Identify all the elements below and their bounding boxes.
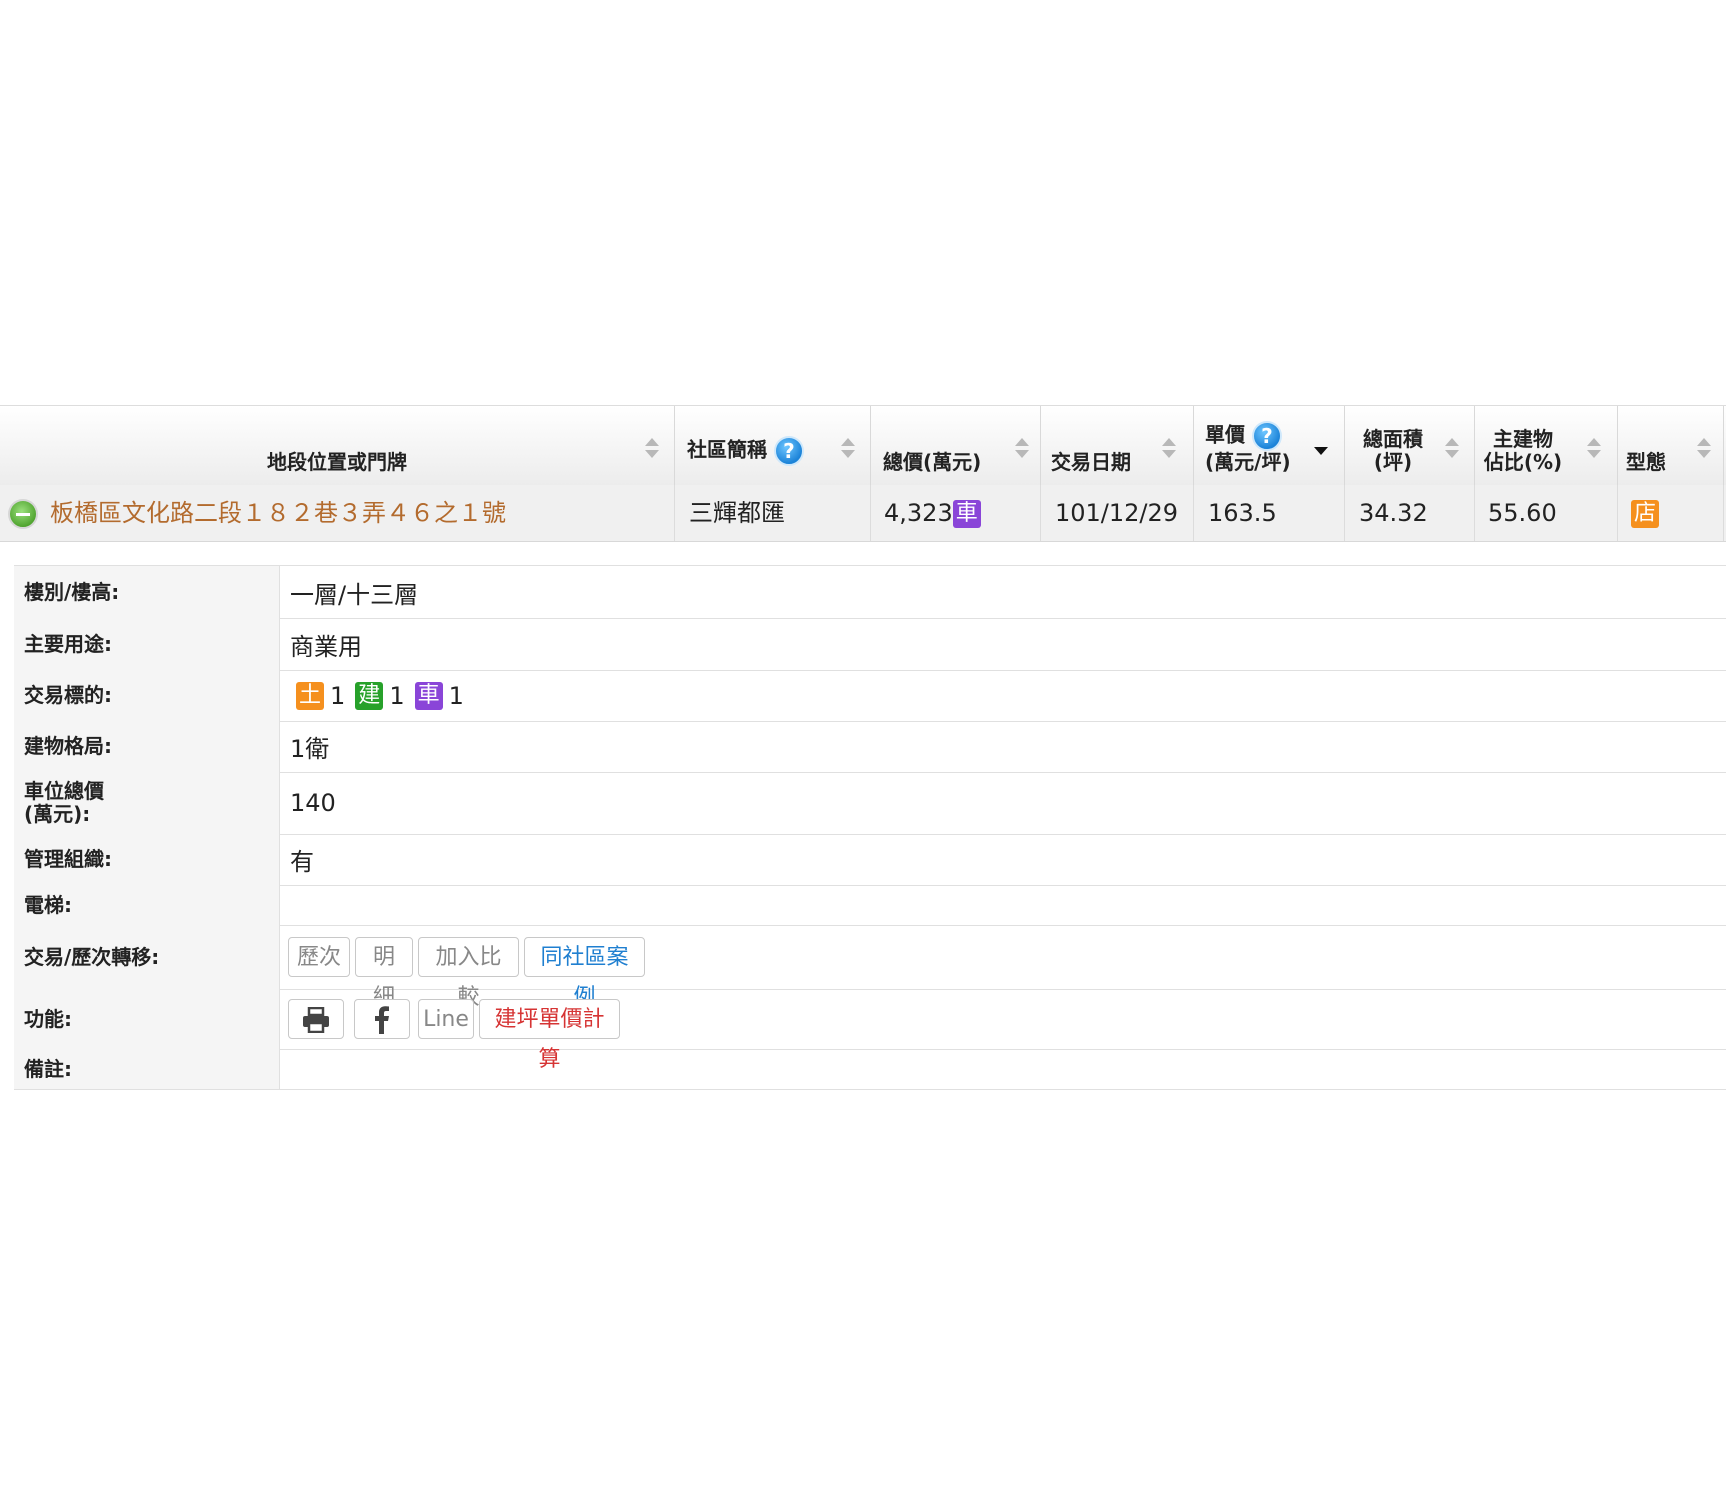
parking-count: 1 xyxy=(448,681,464,710)
history-button[interactable]: 歷次 xyxy=(288,937,350,977)
detail-row-floor: 樓別/樓高: 一層/十三層 xyxy=(14,566,1726,619)
line-share-button[interactable]: Line xyxy=(418,999,474,1039)
cell-date: 101/12/29 xyxy=(1041,485,1194,541)
note-value xyxy=(290,1049,1726,1089)
parking-price-label-2: (萬元): xyxy=(24,802,91,826)
col-unit-price[interactable]: 單價 ? (萬元/坪) xyxy=(1194,406,1345,486)
cell-community: 三輝都匯 xyxy=(675,485,871,541)
col-community-label: 社區簡稱 xyxy=(687,437,767,462)
detail-button[interactable]: 明細 xyxy=(355,937,413,1010)
cell-total-price: 4,323 車 xyxy=(871,485,1041,541)
help-icon[interactable]: ? xyxy=(773,436,804,466)
results-header: 地段位置或門牌 社區簡稱 ? 總價(萬元) 交易日期 單價 ? (萬元/坪) 總… xyxy=(0,405,1726,486)
print-icon xyxy=(303,1006,329,1034)
sort-icon[interactable] xyxy=(1587,438,1601,460)
detail-row-management: 管理組織: 有 xyxy=(14,834,1726,886)
detail-row-functions: 功能: Line 建坪單價計算 xyxy=(14,989,1726,1072)
function-buttons: Line 建坪單價計算 xyxy=(288,989,1726,1072)
col-area[interactable]: 總面積 (坪) xyxy=(1345,406,1475,486)
shop-type-badge: 店 xyxy=(1631,500,1660,528)
parking-price-label-1: 車位總價 xyxy=(24,779,104,803)
detail-row-note: 備註: xyxy=(14,1049,1726,1090)
transfer-label: 交易/歷次轉移: xyxy=(14,925,280,989)
cell-address[interactable]: 板橋區文化路二段１８２巷３弄４６之１號 xyxy=(0,485,675,541)
facebook-icon xyxy=(375,1006,389,1034)
col-community[interactable]: 社區簡稱 ? xyxy=(675,406,871,486)
sort-icon[interactable] xyxy=(1445,438,1459,460)
total-price-value: 4,323 xyxy=(884,499,953,527)
col-unit-price-label-1: 單價 xyxy=(1205,422,1245,447)
col-address-label: 地段位置或門牌 xyxy=(267,450,407,474)
sort-icon[interactable] xyxy=(645,438,659,460)
sort-icon[interactable] xyxy=(1162,438,1176,460)
col-area-label-2: (坪) xyxy=(1373,450,1413,474)
sort-desc-icon[interactable] xyxy=(1314,438,1328,460)
col-unit-price-label-2: (萬元/坪) xyxy=(1205,450,1291,474)
col-type[interactable]: 型態 xyxy=(1618,406,1724,486)
functions-label: 功能: xyxy=(14,989,280,1049)
col-area-label-1: 總面積 xyxy=(1363,427,1423,451)
sort-icon[interactable] xyxy=(1015,438,1029,460)
cell-main-ratio: 55.60 xyxy=(1475,485,1618,541)
address-link[interactable]: 板橋區文化路二段１８２巷３弄４６之１號 xyxy=(50,485,506,541)
parking-badge: 車 xyxy=(414,681,443,710)
print-button[interactable] xyxy=(288,999,344,1039)
floor-label: 樓別/樓高: xyxy=(14,566,280,618)
col-date-label: 交易日期 xyxy=(1051,450,1131,474)
detail-row-target: 交易標的: 土1 建1 車1 xyxy=(14,670,1726,722)
layout-value: 1衛 xyxy=(290,735,330,763)
land-count: 1 xyxy=(330,681,346,710)
col-main-label-2: 佔比(%) xyxy=(1483,450,1563,474)
floor-value: 一層/十三層 xyxy=(290,580,419,609)
usage-label: 主要用途: xyxy=(14,618,280,670)
note-label: 備註: xyxy=(14,1049,280,1089)
col-type-label: 型態 xyxy=(1626,450,1666,474)
target-label: 交易標的: xyxy=(14,670,280,721)
calc-unit-price-button[interactable]: 建坪單價計算 xyxy=(479,999,620,1072)
col-date[interactable]: 交易日期 xyxy=(1041,406,1194,486)
parking-price-label: 車位總價 (萬元): xyxy=(14,772,280,834)
col-main-ratio[interactable]: 主建物 佔比(%) xyxy=(1475,406,1618,486)
detail-row-transfer: 交易/歷次轉移: 歷次 明細 加入比較 同社區案例 xyxy=(14,925,1726,1010)
col-address[interactable]: 地段位置或門牌 xyxy=(0,406,675,486)
cell-unit-price: 163.5 xyxy=(1194,485,1345,541)
land-badge: 土 xyxy=(296,681,325,710)
detail-row-usage: 主要用途: 商業用 xyxy=(14,618,1726,671)
same-community-button[interactable]: 同社區案例 xyxy=(524,937,645,1010)
sort-icon[interactable] xyxy=(841,438,855,460)
building-badge: 建 xyxy=(355,681,384,710)
detail-row-elevator: 電梯: xyxy=(14,885,1726,926)
table-row[interactable]: 板橋區文化路二段１８２巷３弄４６之１號 三輝都匯 4,323 車 101/12/2… xyxy=(0,485,1726,542)
layout-label: 建物格局: xyxy=(14,721,280,772)
cell-area: 34.32 xyxy=(1345,485,1475,541)
sort-icon[interactable] xyxy=(1697,438,1711,460)
collapse-icon[interactable] xyxy=(8,499,38,529)
detail-table: 樓別/樓高: 一層/十三層 主要用途: 商業用 交易標的: 土1 建1 車1 建… xyxy=(14,565,1726,1090)
col-total-price[interactable]: 總價(萬元) xyxy=(871,406,1041,486)
detail-row-layout: 建物格局: 1衛 xyxy=(14,721,1726,773)
management-label: 管理組織: xyxy=(14,834,280,885)
transfer-buttons: 歷次 明細 加入比較 同社區案例 xyxy=(288,925,1726,1010)
management-value: 有 xyxy=(290,848,314,876)
building-count: 1 xyxy=(389,681,405,710)
parking-badge: 車 xyxy=(952,500,981,528)
usage-value: 商業用 xyxy=(290,632,362,661)
help-icon[interactable]: ? xyxy=(1251,421,1282,451)
elevator-value xyxy=(290,885,1726,925)
parking-price-value: 140 xyxy=(290,789,336,817)
col-total-price-label: 總價(萬元) xyxy=(883,450,982,474)
elevator-label: 電梯: xyxy=(14,885,280,925)
col-main-label-1: 主建物 xyxy=(1493,427,1553,451)
facebook-share-button[interactable] xyxy=(354,999,410,1039)
cell-type: 店 xyxy=(1618,485,1724,541)
target-value: 土1 建1 車1 xyxy=(296,670,1726,721)
add-compare-button[interactable]: 加入比較 xyxy=(418,937,519,1010)
detail-row-parking-price: 車位總價 (萬元): 140 xyxy=(14,772,1726,835)
